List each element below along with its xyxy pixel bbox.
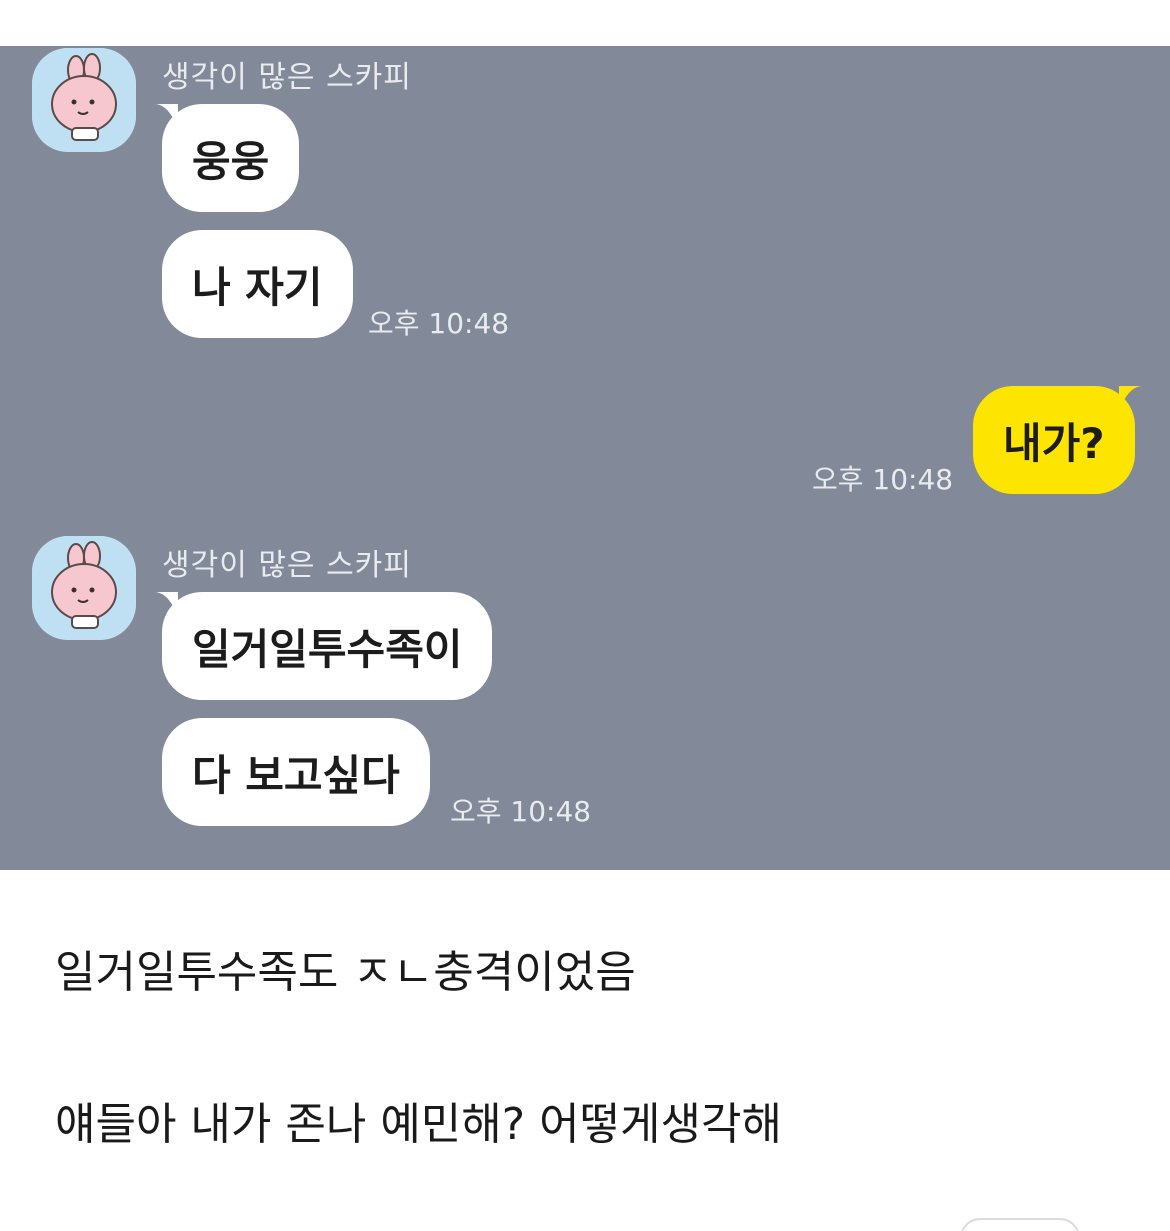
bubble-tail bbox=[156, 104, 178, 130]
post-text-line: 얘들아 내가 존나 예민해? 어떻게생각해 bbox=[55, 1099, 782, 1150]
message-time: 오후 10:48 bbox=[812, 463, 954, 496]
message-time: 오후 10:48 bbox=[368, 307, 510, 340]
message-text: 내가? bbox=[1003, 418, 1105, 468]
sender-name: 생각이 많은 스카피 bbox=[162, 548, 412, 583]
bubble-tail bbox=[1118, 386, 1141, 412]
message-bubble[interactable]: 다 보고싶다 bbox=[162, 718, 430, 826]
post-text-line: 일거일투수족도 ㅈㄴ충격이었음 bbox=[55, 947, 636, 998]
message-bubble[interactable]: 웅웅 bbox=[156, 104, 300, 212]
sender-name: 생각이 많은 스카피 bbox=[162, 60, 412, 95]
avatar-bunny-icon[interactable] bbox=[32, 48, 136, 152]
message-text: 웅웅 bbox=[192, 136, 270, 186]
my-message-bubble[interactable]: 내가? bbox=[973, 386, 1141, 494]
message-text: 다 보고싶다 bbox=[192, 750, 400, 800]
post-page: 생각이 많은 스카피 웅웅 나 자기 오후 10:48 내가? 오후 10:48 bbox=[0, 0, 1170, 1231]
bubble-tail bbox=[156, 592, 178, 618]
bunny-icon bbox=[32, 536, 136, 640]
avatar-bunny-icon[interactable] bbox=[32, 536, 136, 640]
message-time: 오후 10:48 bbox=[450, 795, 592, 828]
message-text: 나 자기 bbox=[192, 262, 323, 312]
message-bubble[interactable]: 나 자기 bbox=[162, 230, 353, 338]
bunny-icon bbox=[32, 48, 136, 152]
message-bubble[interactable]: 일거일투수족이 bbox=[156, 592, 493, 700]
message-text: 일거일투수족이 bbox=[192, 624, 463, 674]
more-button[interactable] bbox=[960, 1218, 1080, 1231]
chat-screenshot: 생각이 많은 스카피 웅웅 나 자기 오후 10:48 내가? 오후 10:48 bbox=[0, 46, 1170, 870]
